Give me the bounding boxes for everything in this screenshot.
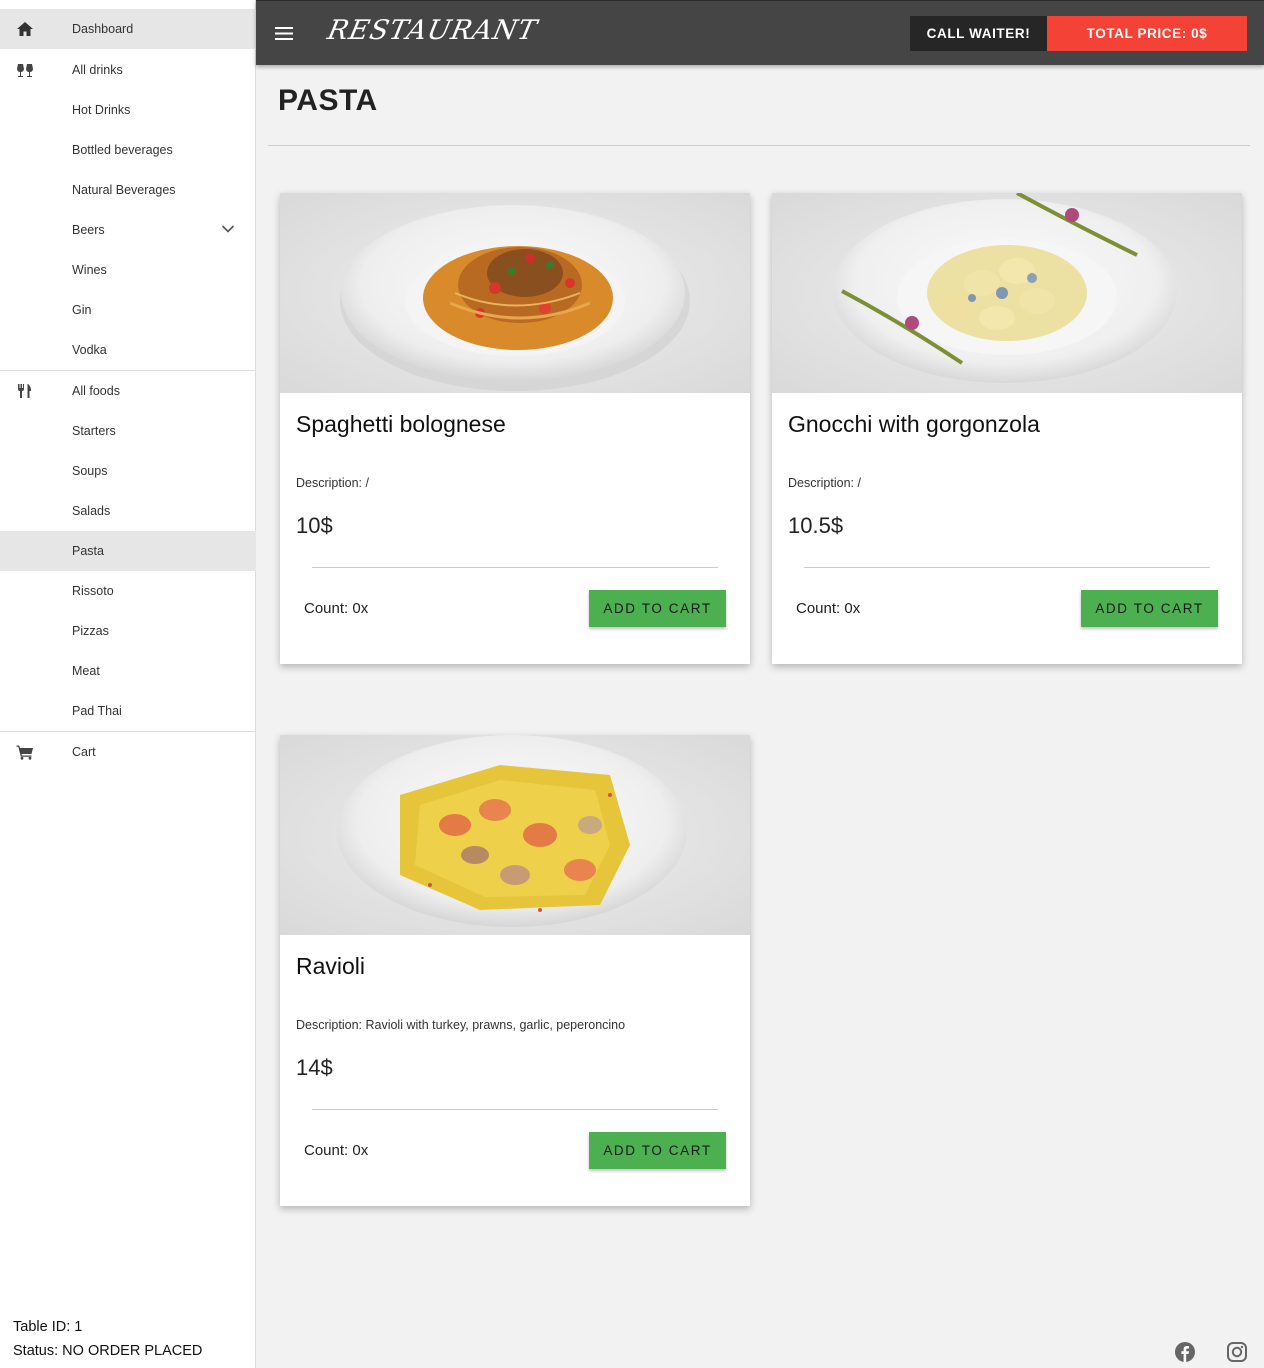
sidebar-item-dashboard[interactable]: Dashboard [0, 9, 256, 49]
total-price-button[interactable]: TOTAL PRICE: 0$ [1047, 16, 1247, 51]
sidebar-item-wines[interactable]: Wines [0, 250, 256, 290]
sidebar-item-label: Pasta [72, 544, 104, 558]
top-bar: RESTAURANT CALL WAITER! TOTAL PRICE: 0$ [256, 0, 1264, 65]
product-price: 10$ [296, 513, 333, 538]
fork-knife-icon [18, 384, 31, 398]
product-description: Description: / [788, 476, 861, 490]
sidebar-item-beers[interactable]: Beers [0, 210, 256, 250]
cart-icon [16, 745, 33, 760]
instagram-icon[interactable] [1226, 1341, 1248, 1363]
product-card: Gnocchi with gorgonzola Description: / 1… [772, 193, 1242, 664]
sidebar-item-vodka[interactable]: Vodka [0, 330, 256, 370]
product-description: Description: / [296, 476, 369, 490]
sidebar-item-label: Salads [72, 504, 111, 518]
gnocchi-photo [772, 193, 1242, 393]
sidebar-item-gin[interactable]: Gin [0, 290, 256, 330]
sidebar-item-pasta[interactable]: Pasta [0, 531, 256, 571]
sidebar-item-hot-drinks[interactable]: Hot Drinks [0, 90, 256, 130]
sidebar-item-pizzas[interactable]: Pizzas [0, 611, 256, 651]
product-count: Count: 0x [304, 1142, 369, 1159]
sidebar-item-cart[interactable]: Cart [0, 732, 256, 772]
chevron-down-icon[interactable] [221, 224, 235, 234]
glasses-icon [17, 64, 33, 77]
sidebar-item-all-foods[interactable]: All foods [0, 371, 256, 411]
product-price: 14$ [296, 1055, 333, 1080]
sidebar-item-label: Natural Beverages [72, 183, 176, 197]
sidebar-item-all-drinks[interactable]: All drinks [0, 50, 256, 90]
sidebar-item-label: All foods [72, 384, 120, 398]
sidebar-item-bottled-beverages[interactable]: Bottled beverages [0, 130, 256, 170]
sidebar-item-label: All drinks [72, 63, 123, 77]
sidebar-item-rissoto[interactable]: Rissoto [0, 571, 256, 611]
add-to-cart-button[interactable]: ADD TO CART [589, 590, 726, 627]
sidebar-item-meat[interactable]: Meat [0, 651, 256, 691]
sidebar: Dashboard All drinks Hot Drinks Bottled … [0, 0, 256, 1368]
card-divider [804, 567, 1210, 568]
product-count: Count: 0x [304, 600, 369, 617]
sidebar-item-label: Soups [72, 464, 108, 478]
sidebar-item-label: Dashboard [72, 22, 134, 36]
facebook-icon[interactable] [1174, 1341, 1196, 1363]
sidebar-item-label: Cart [72, 745, 96, 759]
sidebar-item-label: Vodka [72, 343, 107, 357]
page-title: PASTA [278, 84, 378, 117]
sidebar-item-label: Hot Drinks [72, 103, 131, 117]
table-status: Table ID: 1 Status: NO ORDER PLACED [13, 1315, 202, 1363]
product-card: Spaghetti bolognese Description: / 10$ C… [280, 193, 750, 664]
order-status: Status: NO ORDER PLACED [13, 1343, 203, 1359]
add-to-cart-button[interactable]: ADD TO CART [1081, 590, 1218, 627]
card-divider [312, 1109, 718, 1110]
product-card: Ravioli Description: Ravioli with turkey… [280, 735, 750, 1206]
add-to-cart-button[interactable]: ADD TO CART [589, 1132, 726, 1169]
sidebar-item-label: Bottled beverages [72, 143, 173, 157]
product-description: Description: Ravioli with turkey, prawns… [296, 1018, 626, 1032]
product-name: Ravioli [296, 953, 366, 979]
sidebar-item-label: Pizzas [72, 624, 109, 638]
sidebar-item-label: Pad Thai [72, 704, 122, 718]
product-name: Gnocchi with gorgonzola [788, 411, 1040, 437]
home-icon [17, 22, 33, 36]
product-count: Count: 0x [796, 600, 861, 617]
sidebar-item-soups[interactable]: Soups [0, 451, 256, 491]
hamburger-menu-icon[interactable] [274, 26, 294, 42]
spaghetti-photo [280, 193, 750, 393]
title-divider [268, 145, 1250, 146]
sidebar-item-label: Wines [72, 263, 107, 277]
product-name: Spaghetti bolognese [296, 411, 506, 437]
table-id: Table ID: 1 [13, 1319, 83, 1335]
sidebar-item-pad-thai[interactable]: Pad Thai [0, 691, 256, 731]
sidebar-item-label: Beers [72, 223, 105, 237]
sidebar-item-starters[interactable]: Starters [0, 411, 256, 451]
restaurant-logo: RESTAURANT [324, 15, 541, 46]
call-waiter-button[interactable]: CALL WAITER! [910, 16, 1047, 51]
sidebar-item-label: Rissoto [72, 584, 114, 598]
sidebar-item-natural-beverages[interactable]: Natural Beverages [0, 170, 256, 210]
sidebar-item-salads[interactable]: Salads [0, 491, 256, 531]
sidebar-item-label: Meat [72, 664, 100, 678]
ravioli-photo [280, 735, 750, 935]
sidebar-item-label: Starters [72, 424, 116, 438]
sidebar-item-label: Gin [72, 303, 92, 317]
card-divider [312, 567, 718, 568]
product-price: 10.5$ [788, 513, 844, 538]
